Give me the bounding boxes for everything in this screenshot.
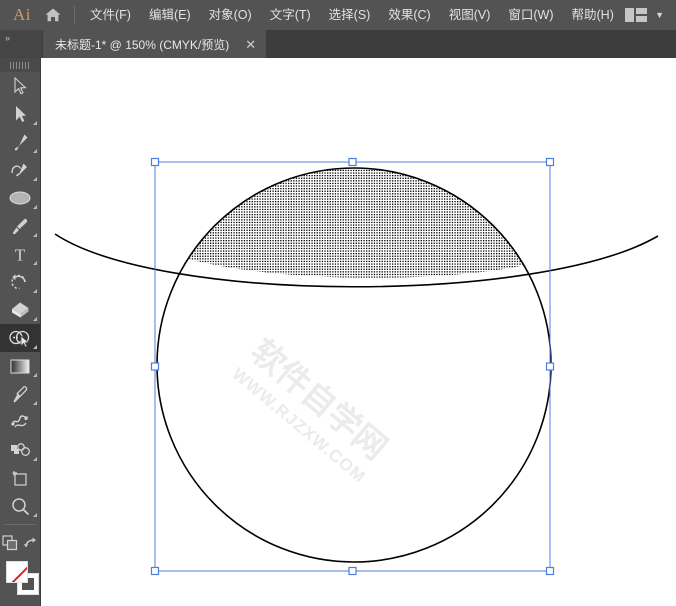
tool-expand-corner-icon <box>33 373 37 377</box>
menu-select[interactable]: 选择(S) <box>320 0 380 30</box>
double-chevron-icon: » <box>5 33 10 43</box>
handle-top-center[interactable] <box>349 159 356 166</box>
tool-expand-corner-icon <box>33 261 37 265</box>
tool-expand-corner-icon <box>33 401 37 405</box>
symbol-sprayer-tool[interactable] <box>0 436 40 464</box>
toolbar-utility-row <box>0 529 40 557</box>
illustrator-window: Ai 文件(F) 编辑(E) 对象(O) 文字(T) 选择(S) 效果(C) 视… <box>0 0 676 606</box>
menu-effect[interactable]: 效果(C) <box>379 0 439 30</box>
chevron-down-icon: ▼ <box>655 11 664 20</box>
curvature-tool[interactable] <box>0 156 40 184</box>
tool-expand-corner-icon <box>33 457 37 461</box>
arrange-documents-button[interactable]: ▼ <box>625 8 676 22</box>
selection-bounding-box <box>155 162 550 571</box>
handle-middle-right[interactable] <box>547 363 554 370</box>
blend-tool[interactable] <box>0 408 40 436</box>
direct-selection-tool[interactable] <box>0 100 40 128</box>
document-tab-bar: » 未标题-1* @ 150% (CMYK/预览) ✕ <box>0 30 676 58</box>
tool-expand-corner-icon <box>33 289 37 293</box>
eraser-tool[interactable] <box>0 296 40 324</box>
grip-bars-icon <box>10 62 30 69</box>
arrange-documents-icon <box>625 8 647 22</box>
toolbar-divider <box>5 524 35 525</box>
tool-expand-corner-icon <box>33 149 37 153</box>
handle-bottom-center[interactable] <box>349 568 356 575</box>
tools-panel: T <box>0 58 41 606</box>
svg-text:T: T <box>15 246 26 264</box>
panel-collapse-toggle[interactable]: » <box>0 30 42 58</box>
handle-bottom-left[interactable] <box>152 568 159 575</box>
menu-object[interactable]: 对象(O) <box>200 0 261 30</box>
handle-middle-left[interactable] <box>152 363 159 370</box>
menu-type[interactable]: 文字(T) <box>261 0 320 30</box>
tool-expand-corner-icon <box>33 345 37 349</box>
gradient-tool[interactable] <box>0 352 40 380</box>
tool-expand-corner-icon <box>33 233 37 237</box>
zoom-tool[interactable] <box>0 492 40 520</box>
handle-bottom-right[interactable] <box>547 568 554 575</box>
menu-divider <box>74 6 75 24</box>
menu-view[interactable]: 视图(V) <box>440 0 500 30</box>
handle-top-right[interactable] <box>547 159 554 166</box>
artboard-tool[interactable] <box>0 464 40 492</box>
type-tool[interactable]: T <box>0 240 40 268</box>
paintbrush-tool[interactable] <box>0 212 40 240</box>
rotate-tool[interactable] <box>0 268 40 296</box>
ellipse-tool[interactable] <box>0 184 40 212</box>
swap-fill-stroke-icon[interactable] <box>23 536 38 551</box>
menu-window[interactable]: 窗口(W) <box>499 0 562 30</box>
menu-file[interactable]: 文件(F) <box>81 0 140 30</box>
fill-swatch[interactable] <box>6 561 28 583</box>
eyedropper-tool[interactable] <box>0 380 40 408</box>
document-tab[interactable]: 未标题-1* @ 150% (CMYK/预览) ✕ <box>43 30 266 58</box>
tool-expand-corner-icon <box>33 317 37 321</box>
home-icon[interactable] <box>38 0 68 30</box>
tool-expand-corner-icon <box>33 205 37 209</box>
menu-item-list: 文件(F) 编辑(E) 对象(O) 文字(T) 选择(S) 效果(C) 视图(V… <box>81 0 623 30</box>
toolbar-grip[interactable] <box>0 58 40 72</box>
tool-expand-corner-icon <box>33 177 37 181</box>
ai-logo: Ai <box>0 5 38 25</box>
handle-top-left[interactable] <box>152 159 159 166</box>
document-tab-title: 未标题-1* @ 150% (CMYK/预览) <box>55 36 229 53</box>
arrange-shapes-icon[interactable] <box>2 535 18 551</box>
selection-tool[interactable] <box>0 72 40 100</box>
menu-bar: Ai 文件(F) 编辑(E) 对象(O) 文字(T) 选择(S) 效果(C) 视… <box>0 0 676 30</box>
tool-expand-corner-icon <box>33 513 37 517</box>
shape-builder-tool[interactable] <box>0 324 40 352</box>
menu-edit[interactable]: 编辑(E) <box>140 0 200 30</box>
fill-stroke-swatches <box>0 559 40 605</box>
artboard-canvas[interactable]: 软件自学网 WWW.RJZXW.COM <box>41 58 676 606</box>
selection-overlay <box>41 58 676 606</box>
close-icon[interactable]: ✕ <box>245 38 256 51</box>
tool-expand-corner-icon <box>33 121 37 125</box>
menu-help[interactable]: 帮助(H) <box>563 0 623 30</box>
pen-tool[interactable] <box>0 128 40 156</box>
